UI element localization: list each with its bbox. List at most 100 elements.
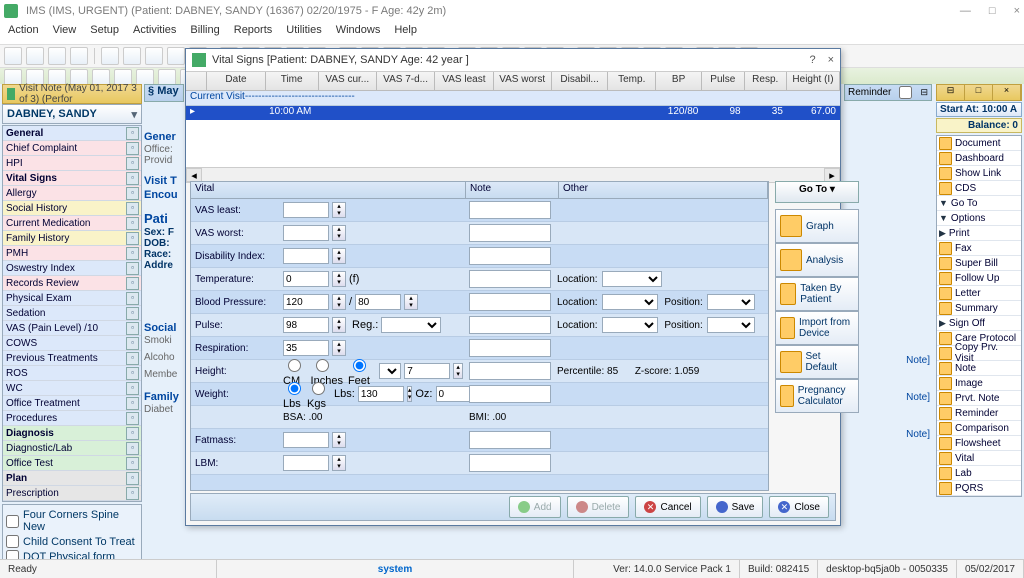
- nav-expand-icon[interactable]: ▫: [126, 277, 139, 290]
- nav-vas-pain-level-[interactable]: VAS (Pain Level) /10▫: [3, 321, 141, 336]
- toolbar-icon[interactable]: [26, 47, 44, 65]
- toolbar-icon[interactable]: [145, 47, 163, 65]
- nav-office-test[interactable]: Office Test▫: [3, 456, 141, 471]
- nav-expand-icon[interactable]: ▫: [126, 337, 139, 350]
- action-print[interactable]: ▶Print: [937, 226, 1021, 241]
- spinner-icon[interactable]: ▴▾: [332, 317, 346, 333]
- grid-col[interactable]: BP: [656, 72, 702, 90]
- side-analysis[interactable]: Analysis: [775, 243, 859, 277]
- note-input[interactable]: [469, 454, 551, 472]
- nav-expand-icon[interactable]: ▫: [126, 187, 139, 200]
- dropdown[interactable]: [602, 294, 658, 310]
- patient-selector[interactable]: DABNEY, SANDY ▾: [2, 104, 142, 124]
- action-dashboard[interactable]: Dashboard: [937, 151, 1021, 166]
- nav-expand-icon[interactable]: ▫: [126, 397, 139, 410]
- vital-input[interactable]: [283, 340, 329, 356]
- nav-general[interactable]: General▫: [3, 126, 141, 141]
- menu-utilities[interactable]: Utilities: [286, 24, 321, 42]
- dropdown[interactable]: [707, 294, 755, 310]
- toolbar-icon[interactable]: [70, 47, 88, 65]
- nav-expand-icon[interactable]: ▫: [126, 292, 139, 305]
- action-vital[interactable]: Vital: [937, 451, 1021, 466]
- nav-expand-icon[interactable]: ▫: [126, 202, 139, 215]
- note-input[interactable]: [469, 339, 551, 357]
- close-button[interactable]: ✕Close: [769, 496, 829, 518]
- action-summary[interactable]: Summary: [937, 301, 1021, 316]
- spinner-icon[interactable]: ▴▾: [404, 294, 418, 310]
- action-copy-prv-visit[interactable]: Copy Prv. Visit: [937, 346, 1021, 361]
- nav-social-history[interactable]: Social History▫: [3, 201, 141, 216]
- spinner-icon[interactable]: ▴▾: [332, 455, 346, 471]
- nav-family-history[interactable]: Family History▫: [3, 231, 141, 246]
- menu-billing[interactable]: Billing: [190, 24, 219, 42]
- side-set-default[interactable]: Set Default: [775, 345, 859, 379]
- grid-col[interactable]: Time: [266, 72, 319, 90]
- nav-vital-signs[interactable]: Vital Signs▫: [3, 171, 141, 186]
- menu-setup[interactable]: Setup: [90, 24, 119, 42]
- grid-col[interactable]: Resp.: [745, 72, 787, 90]
- menu-activities[interactable]: Activities: [133, 24, 176, 42]
- action-pqrs[interactable]: PQRS: [937, 481, 1021, 496]
- nav-expand-icon[interactable]: ▫: [126, 382, 139, 395]
- unit-lbs[interactable]: [288, 382, 301, 395]
- vital-input[interactable]: [283, 294, 329, 310]
- note-input[interactable]: [469, 201, 551, 219]
- nav-expand-icon[interactable]: ▫: [126, 367, 139, 380]
- nav-expand-icon[interactable]: ▫: [126, 472, 139, 485]
- menu-view[interactable]: View: [53, 24, 77, 42]
- note-input[interactable]: [469, 247, 551, 265]
- toolbar-icon[interactable]: [123, 47, 141, 65]
- note-input[interactable]: [469, 316, 551, 334]
- side-taken-by-patient[interactable]: Taken By Patient: [775, 277, 859, 311]
- save-button[interactable]: Save: [707, 496, 764, 518]
- action-document[interactable]: Document: [937, 136, 1021, 151]
- nav-diagnostic-lab[interactable]: Diagnostic/Lab▫: [3, 441, 141, 456]
- form-checkbox[interactable]: [6, 515, 19, 528]
- action-lab[interactable]: Lab: [937, 466, 1021, 481]
- menu-help[interactable]: Help: [394, 24, 417, 42]
- action-flowsheet[interactable]: Flowsheet: [937, 436, 1021, 451]
- horizontal-scrollbar[interactable]: ◂▸: [186, 167, 840, 182]
- add-button[interactable]: Add: [509, 496, 561, 518]
- toolbar-icon[interactable]: [167, 47, 185, 65]
- vital-input[interactable]: [283, 455, 329, 471]
- window-maximize[interactable]: □: [989, 5, 996, 17]
- note-input[interactable]: [469, 431, 551, 449]
- unit-cm[interactable]: [288, 359, 301, 372]
- start-at[interactable]: Start At: 10:00 A: [936, 102, 1022, 117]
- nav-hpi[interactable]: HPI▫: [3, 156, 141, 171]
- toolbar-icon[interactable]: [101, 47, 119, 65]
- nav-previous-treatments[interactable]: Previous Treatments▫: [3, 351, 141, 366]
- nav-physical-exam[interactable]: Physical Exam▫: [3, 291, 141, 306]
- nav-oswestry-index[interactable]: Oswestry Index▫: [3, 261, 141, 276]
- nav-expand-icon[interactable]: ▫: [126, 262, 139, 275]
- unit-in[interactable]: [316, 359, 329, 372]
- grid-col[interactable]: VAS worst: [494, 72, 552, 90]
- goto-button[interactable]: Go To ▾: [775, 181, 859, 203]
- action-fax[interactable]: Fax: [937, 241, 1021, 256]
- nav-office-treatment[interactable]: Office Treatment▫: [3, 396, 141, 411]
- dropdown[interactable]: [602, 271, 662, 287]
- nav-expand-icon[interactable]: ▫: [126, 442, 139, 455]
- grid-col[interactable]: [186, 72, 207, 90]
- action-prvt-note[interactable]: Prvt. Note: [937, 391, 1021, 406]
- reminder-checkbox[interactable]: [899, 86, 912, 99]
- action-cds[interactable]: CDS: [937, 181, 1021, 196]
- cancel-button[interactable]: ✕Cancel: [635, 496, 700, 518]
- vital-input[interactable]: [283, 271, 329, 287]
- nav-expand-icon[interactable]: ▫: [126, 232, 139, 245]
- nav-plan[interactable]: Plan▫: [3, 471, 141, 486]
- action-go-to[interactable]: ▼Go To: [937, 196, 1021, 211]
- side-import-from-device[interactable]: Import from Device: [775, 311, 859, 345]
- grid-col[interactable]: Pulse: [702, 72, 744, 90]
- vital-input[interactable]: [283, 317, 329, 333]
- grid-col[interactable]: Disabil...: [552, 72, 609, 90]
- toolbar-icon[interactable]: [48, 47, 66, 65]
- dropdown[interactable]: [707, 317, 755, 333]
- nav-expand-icon[interactable]: ▫: [126, 247, 139, 260]
- spinner-icon[interactable]: ▴▾: [332, 202, 346, 218]
- nav-procedures[interactable]: Procedures▫: [3, 411, 141, 426]
- window-close[interactable]: ×: [1014, 5, 1020, 17]
- nav-expand-icon[interactable]: ▫: [126, 412, 139, 425]
- action-letter[interactable]: Letter: [937, 286, 1021, 301]
